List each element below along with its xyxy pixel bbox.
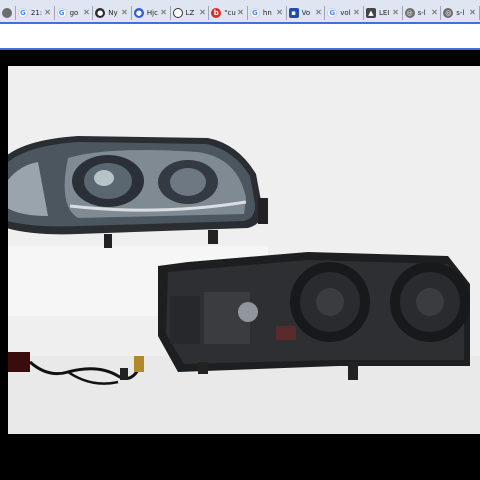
tab-label: s-l: [417, 9, 426, 17]
close-icon[interactable]: [354, 9, 360, 15]
tab-label: vol: [340, 9, 351, 17]
site-icon: ◎: [404, 8, 415, 18]
tab-label: LEI: [378, 9, 390, 17]
tab-label: LZ: [185, 9, 195, 17]
close-icon[interactable]: [238, 9, 244, 15]
tab-9[interactable]: G vol: [325, 6, 364, 20]
tab-label: s-l: [456, 9, 465, 17]
browser-window: G 21: G go ● Ny ● Hjc LZ b "cu G hn ▪ Vo…: [0, 0, 480, 480]
headlight-rear: [158, 252, 470, 380]
tab-label: Ny: [108, 9, 118, 17]
close-icon[interactable]: [199, 9, 205, 15]
tab-label: 21:: [30, 9, 43, 17]
tab-10[interactable]: ▲ LEI: [364, 6, 403, 20]
tab-1[interactable]: G 21:: [16, 6, 55, 20]
tab-12[interactable]: ◎ s-l: [441, 6, 480, 20]
close-icon[interactable]: [470, 9, 476, 15]
tab-11[interactable]: ◎ s-l: [403, 6, 442, 20]
blank-icon: [2, 8, 12, 18]
google-icon: G: [327, 8, 338, 18]
tab-8[interactable]: ▪ Vo: [287, 6, 326, 20]
close-icon[interactable]: [277, 9, 283, 15]
tab-3[interactable]: ● Ny: [93, 6, 132, 20]
google-icon: G: [17, 8, 28, 18]
tab-4[interactable]: ● Hjc: [132, 6, 171, 20]
tab-label: Hjc: [146, 9, 158, 17]
product-photo: [8, 66, 480, 434]
tab-label: go: [69, 9, 79, 17]
site-icon: b: [211, 8, 222, 18]
tab-label: hn: [262, 9, 272, 17]
tab-0[interactable]: [2, 6, 16, 20]
tab-6[interactable]: b "cu: [209, 6, 248, 20]
site-icon: ●: [133, 8, 144, 18]
site-icon: ▲: [365, 8, 376, 18]
close-icon[interactable]: [393, 9, 399, 15]
tab-label: "cu: [224, 9, 236, 17]
toolbar: [0, 22, 480, 50]
tab-label: Vo: [301, 9, 311, 17]
google-icon: G: [56, 8, 67, 18]
close-icon[interactable]: [83, 9, 89, 15]
close-icon[interactable]: [122, 9, 128, 15]
close-icon[interactable]: [315, 9, 321, 15]
close-icon[interactable]: [431, 9, 437, 15]
site-icon: ◎: [443, 8, 454, 18]
tab-7[interactable]: G hn: [248, 6, 287, 20]
tab-2[interactable]: G go: [55, 6, 94, 20]
close-icon[interactable]: [161, 9, 167, 15]
headlight-photo-svg: [8, 66, 480, 434]
site-icon: [172, 8, 183, 18]
google-icon: G: [249, 8, 260, 18]
site-icon: ▪: [288, 8, 299, 18]
image-viewer: [0, 50, 480, 480]
tab-5[interactable]: LZ: [171, 6, 210, 20]
close-icon[interactable]: [45, 9, 51, 15]
site-icon: ●: [95, 8, 106, 18]
tab-bar: G 21: G go ● Ny ● Hjc LZ b "cu G hn ▪ Vo…: [0, 4, 480, 22]
